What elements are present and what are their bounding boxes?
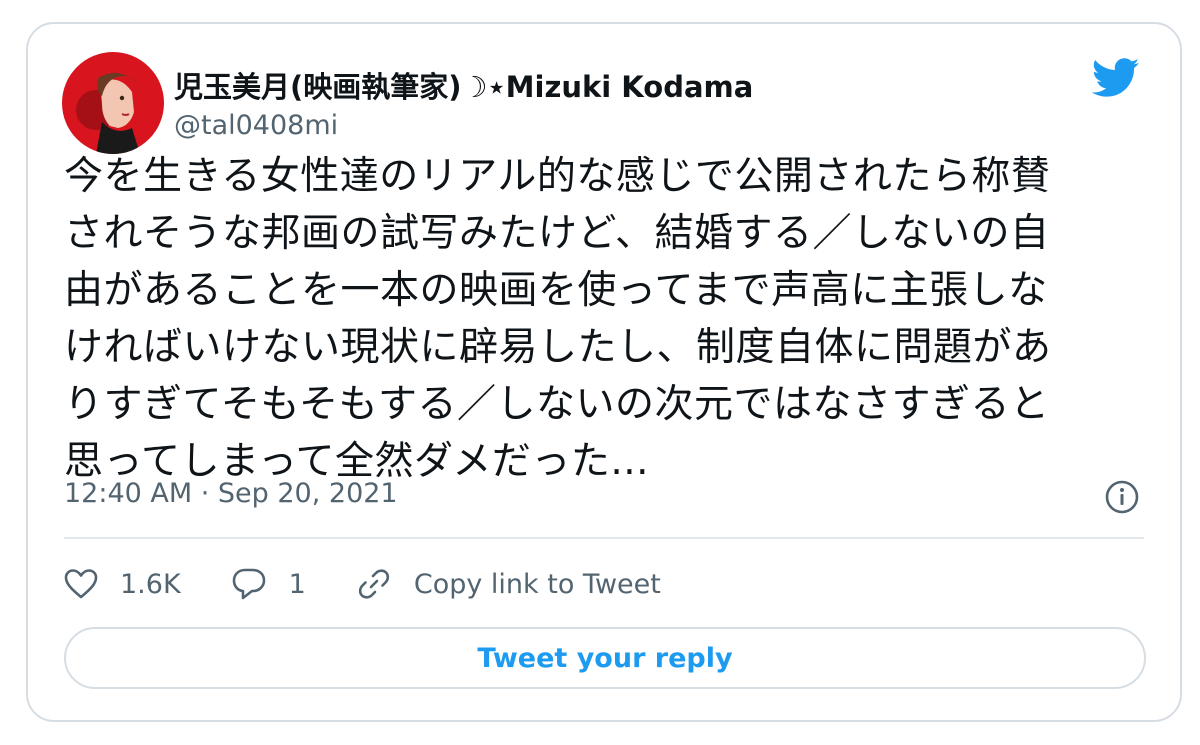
user-handle[interactable]: @tal0408mi (174, 110, 338, 141)
tweet-card: 児玉美月(映画執筆家)☽⋆Mizuki Kodama @tal0408mi 今を… (26, 22, 1182, 722)
copy-link-label: Copy link to Tweet (413, 568, 661, 600)
divider (64, 537, 1144, 539)
heart-icon (64, 569, 98, 599)
tweet-text-line: りすぎてそもそもする／しないの次元ではなさすぎると (64, 382, 1050, 427)
link-icon (358, 569, 389, 599)
reply-count: 1 (288, 568, 306, 600)
like-button[interactable]: 1.6K (64, 568, 181, 600)
tweet-text: 今を生きる女性達のリアル的な感じで公開されたら称賛 されそうな邦画の試写みたけど… (64, 148, 1132, 490)
twitter-bird-icon[interactable] (1092, 58, 1140, 98)
reply-action-button[interactable]: 1 (231, 567, 306, 601)
avatar[interactable] (62, 52, 164, 154)
action-bar: 1.6K 1 Copy link to Tweet (64, 562, 711, 606)
tweet-text-line: 由があることを一本の映画を使ってまで声高に主張しな (64, 268, 1048, 313)
tweet-text-line: 今を生きる女性達のリアル的な感じで公開されたら称賛 (64, 154, 1051, 199)
comment-bubble-icon (232, 568, 265, 600)
like-count: 1.6K (120, 568, 181, 600)
tweet-text-line: されそうな邦画の試写みたけど、結婚する／しないの自 (64, 211, 1050, 256)
tweet-your-reply-button[interactable]: Tweet your reply (64, 627, 1146, 689)
copy-link-button[interactable]: Copy link to Tweet (356, 566, 661, 602)
tweet-text-line: ければいけない現状に辟易したし、制度自体に問題があ (64, 325, 1052, 370)
display-name[interactable]: 児玉美月(映画執筆家)☽⋆Mizuki Kodama (174, 64, 753, 106)
info-icon[interactable] (1104, 479, 1140, 515)
tweet-timestamp[interactable]: 12:40 AM · Sep 20, 2021 (64, 478, 398, 509)
